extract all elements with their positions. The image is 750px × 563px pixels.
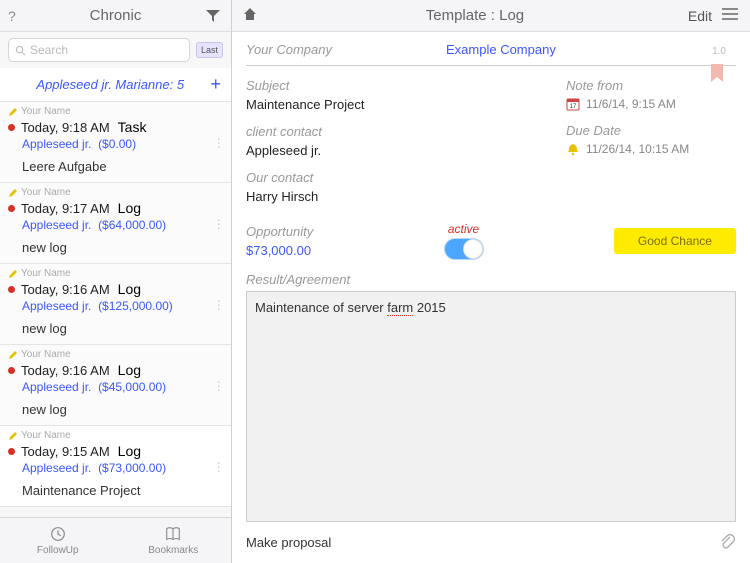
version-label: 1.0: [712, 46, 736, 57]
add-button[interactable]: +: [210, 74, 221, 95]
client-contact-label: client contact: [246, 124, 536, 139]
sidebar-title: Chronic: [26, 7, 205, 24]
detail-title: Template : Log: [262, 7, 688, 24]
list-item[interactable]: Your Name Today, 9:17 AMLog Appleseed jr…: [0, 183, 231, 264]
result-textarea[interactable]: Maintenance of server farm 2015: [246, 291, 736, 522]
attachment-icon[interactable]: [718, 532, 736, 553]
calendar-icon: 17: [566, 97, 580, 111]
list-item[interactable]: Your Name Today, 9:18 AMTask Appleseed j…: [0, 102, 231, 183]
detail-pane: Template : Log Edit Your Company Example…: [232, 0, 750, 563]
menu-icon[interactable]: [722, 7, 740, 24]
pencil-icon: [8, 188, 18, 198]
svg-text:17: 17: [570, 104, 577, 110]
notefrom-value[interactable]: 17 11/6/14, 9:15 AM: [566, 97, 736, 111]
list-item[interactable]: Your Name Today, 9:16 AMLog Appleseed jr…: [0, 345, 231, 426]
bookmark-icon[interactable]: [710, 64, 724, 89]
group-header[interactable]: Appleseed jr. Marianne: 5 +: [0, 68, 231, 102]
status-dot: [8, 124, 15, 131]
search-row: Search Last: [0, 32, 231, 68]
help-button[interactable]: ?: [8, 8, 26, 24]
sidebar-footer: FollowUp Bookmarks: [0, 517, 231, 563]
due-label: Due Date: [566, 123, 736, 138]
filter-icon[interactable]: [205, 9, 223, 23]
book-icon: [164, 525, 182, 543]
list-item[interactable]: Your Name Today, 9:15 AMLog Appleseed jr…: [0, 426, 231, 507]
owner-row: Your Name: [8, 106, 223, 117]
more-icon[interactable]: ···: [216, 217, 221, 229]
opportunity-row: Opportunity $73,000.00 active Good Chanc…: [246, 222, 736, 260]
detail-body: Your Company Example Company 1.0 Subject…: [232, 32, 750, 522]
pencil-icon: [8, 431, 18, 441]
sidebar-header: ? Chronic: [0, 0, 231, 32]
subject-label: Subject: [246, 78, 536, 93]
group-label: Appleseed jr. Marianne: 5: [10, 77, 210, 92]
company-label: Your Company: [246, 42, 446, 57]
more-icon[interactable]: ···: [216, 460, 221, 472]
list-item[interactable]: Your Name Today, 9:16 AMLog Appleseed jr…: [0, 264, 231, 345]
clock-icon: [49, 525, 67, 543]
active-label: active: [448, 222, 479, 236]
status-dot: [8, 448, 15, 455]
list: Your Name Today, 9:18 AMTask Appleseed j…: [0, 102, 231, 517]
active-toggle[interactable]: [444, 238, 484, 260]
chance-button[interactable]: Good Chance: [614, 228, 736, 254]
owner-row: Your Name: [8, 349, 223, 360]
bookmarks-button[interactable]: Bookmarks: [116, 518, 232, 563]
more-icon[interactable]: ···: [216, 136, 221, 148]
status-dot: [8, 205, 15, 212]
opportunity-label: Opportunity: [246, 224, 313, 239]
result-label: Result/Agreement: [246, 272, 736, 287]
owner-row: Your Name: [8, 187, 223, 198]
subject-value[interactable]: Maintenance Project: [246, 97, 536, 112]
detail-header: Template : Log Edit: [232, 0, 750, 32]
edit-button[interactable]: Edit: [688, 8, 712, 24]
followup-button[interactable]: FollowUp: [0, 518, 116, 563]
pencil-icon: [8, 107, 18, 117]
more-icon[interactable]: ···: [216, 298, 221, 310]
more-icon[interactable]: ···: [216, 379, 221, 391]
detail-footer: Make proposal: [232, 522, 750, 563]
bell-icon: [566, 142, 580, 156]
status-dot: [8, 367, 15, 374]
opportunity-value[interactable]: $73,000.00: [246, 243, 313, 258]
our-contact-value[interactable]: Harry Hirsch: [246, 189, 536, 204]
owner-row: Your Name: [8, 430, 223, 441]
our-contact-label: Our contact: [246, 170, 536, 185]
search-icon: [15, 45, 26, 56]
sidebar: ? Chronic Search Last Appleseed jr. Mari…: [0, 0, 232, 563]
due-value[interactable]: 11/26/14, 10:15 AM: [566, 142, 736, 156]
status-dot: [8, 286, 15, 293]
make-proposal-button[interactable]: Make proposal: [246, 535, 331, 550]
company-value[interactable]: Example Company: [446, 42, 556, 57]
search-placeholder: Search: [30, 43, 68, 57]
home-icon[interactable]: [242, 6, 262, 26]
pencil-icon: [8, 269, 18, 279]
last-button[interactable]: Last: [196, 42, 223, 58]
client-contact-value[interactable]: Appleseed jr.: [246, 143, 536, 158]
owner-row: Your Name: [8, 268, 223, 279]
company-row: Your Company Example Company 1.0: [246, 36, 736, 66]
search-input[interactable]: Search: [8, 38, 190, 62]
pencil-icon: [8, 350, 18, 360]
